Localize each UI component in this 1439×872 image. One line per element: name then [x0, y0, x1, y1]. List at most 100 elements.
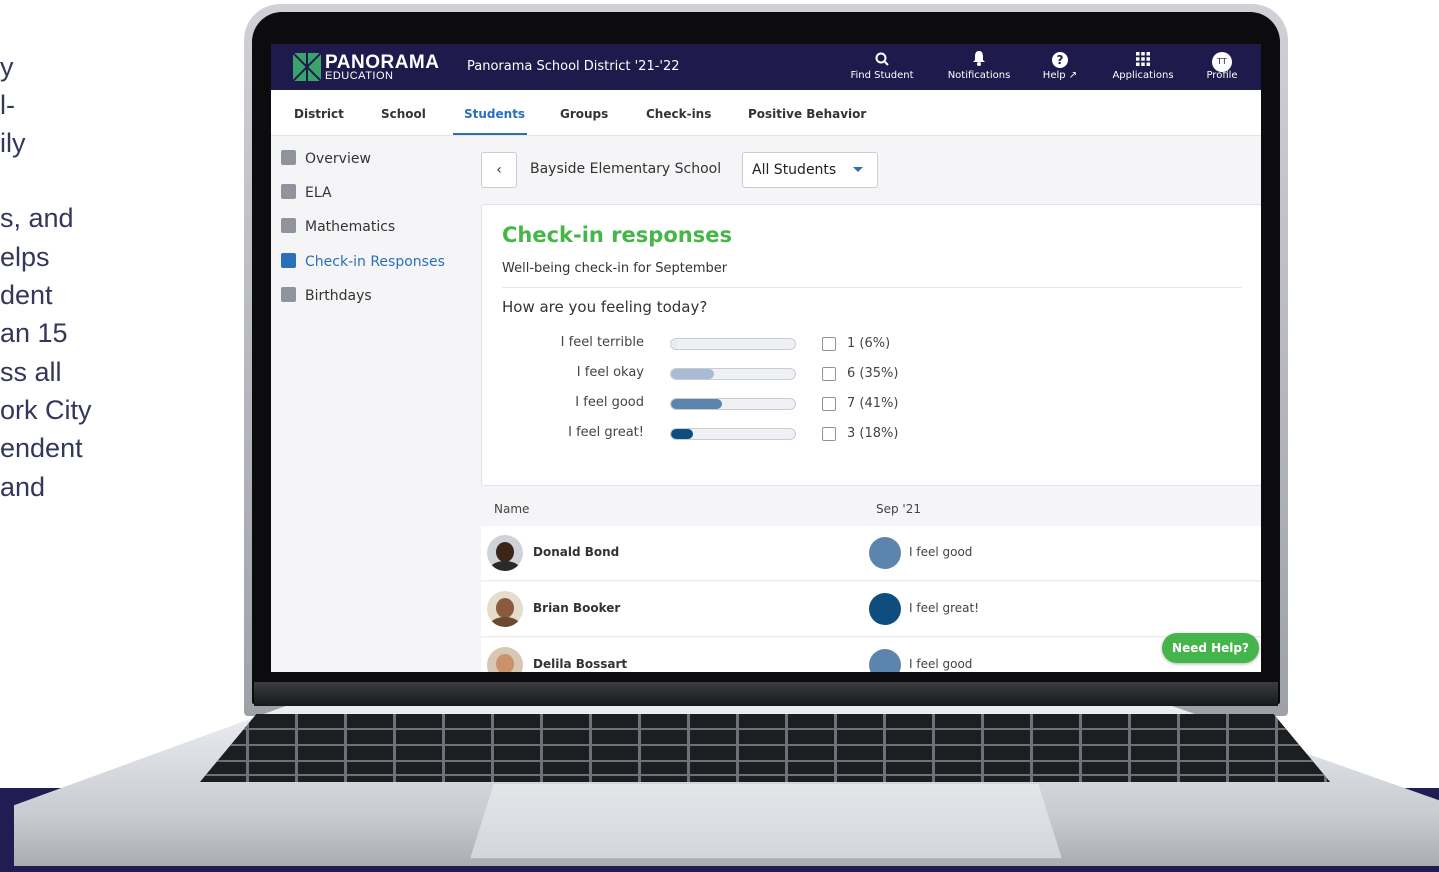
- laptop-hinge: [254, 682, 1278, 706]
- sidebar-item-label: Birthdays: [305, 288, 372, 304]
- marketing-line: y: [0, 52, 14, 82]
- notifications-label: Notifications: [947, 70, 1011, 81]
- card-title: Check-in responses: [502, 223, 732, 247]
- response-bar-track: [670, 398, 796, 410]
- student-name: Donald Bond: [533, 545, 620, 559]
- chart-icon: [281, 253, 296, 268]
- marketing-line: endent: [0, 433, 83, 463]
- sidebar-item-check-in-responses[interactable]: Check-in Responses: [281, 253, 445, 273]
- profile-button[interactable]: TT Profile: [1201, 48, 1243, 88]
- avatar: [487, 647, 523, 672]
- response-dot: [869, 593, 901, 625]
- sidebar: Overview ELA Mathematics Check-in Respon…: [271, 136, 471, 672]
- student-response: I feel good: [909, 657, 973, 671]
- bell-icon: [941, 48, 1017, 70]
- tab-check-ins[interactable]: Check-ins: [646, 107, 711, 121]
- panorama-logo[interactable]: PANORAMA EDUCATION: [293, 52, 443, 83]
- notifications-button[interactable]: Notifications: [941, 48, 1017, 88]
- tab-positive-behavior[interactable]: Positive Behavior: [748, 107, 866, 121]
- sidebar-item-birthdays[interactable]: Birthdays: [281, 287, 372, 307]
- sidebar-item-label: Mathematics: [305, 219, 396, 235]
- marketing-line: elps: [0, 242, 50, 272]
- response-dot: [869, 537, 901, 569]
- top-navbar: PANORAMA EDUCATION Panorama School Distr…: [271, 44, 1261, 90]
- table-row[interactable]: Delila Bossart I feel good: [481, 638, 1261, 672]
- avatar: [487, 591, 523, 627]
- laptop-keyboard: [200, 714, 1330, 782]
- help-button[interactable]: ? Help ↗: [1035, 48, 1085, 88]
- table-row[interactable]: Donald Bond I feel good: [481, 526, 1261, 581]
- question-text: How are you feeling today?: [502, 298, 708, 316]
- response-checkbox[interactable]: [822, 427, 836, 441]
- response-bar-fill: [671, 339, 679, 349]
- response-label: I feel terrible: [560, 335, 644, 350]
- main-tabs: District School Students Groups Check-in…: [271, 90, 1261, 136]
- response-bar-track: [670, 338, 796, 350]
- student-group-value: All Students: [752, 162, 837, 178]
- logo-mark-icon: [293, 53, 321, 81]
- marketing-line: ss all: [0, 357, 62, 387]
- table-header: Name Sep '21: [481, 500, 1261, 526]
- district-title: Panorama School District '21-'22: [467, 59, 680, 74]
- tab-groups[interactable]: Groups: [560, 107, 608, 121]
- tab-students[interactable]: Students: [464, 107, 525, 121]
- column-header-name: Name: [494, 502, 530, 516]
- sidebar-item-overview[interactable]: Overview: [281, 150, 371, 170]
- table-row[interactable]: Brian Booker I feel great!: [481, 582, 1261, 637]
- avatar: [487, 535, 523, 571]
- help-label: Help ↗: [1042, 70, 1078, 81]
- response-row: I feel terrible 1 (6%): [482, 335, 1261, 355]
- marketing-line: an 15: [0, 318, 68, 348]
- response-bar-track: [670, 368, 796, 380]
- response-checkbox[interactable]: [822, 337, 836, 351]
- marketing-line: ork City: [0, 395, 92, 425]
- laptop-trackpad: [470, 784, 1062, 859]
- student-name: Delila Bossart: [533, 657, 628, 671]
- find-student-button[interactable]: Find Student: [845, 48, 919, 88]
- tab-school[interactable]: School: [381, 107, 426, 121]
- active-tab-indicator: [453, 133, 527, 135]
- card-subtitle: Well-being check-in for September: [502, 261, 728, 276]
- sidebar-item-mathematics[interactable]: Mathematics: [281, 218, 395, 238]
- marketing-line: l-: [0, 90, 15, 120]
- need-help-button[interactable]: Need Help?: [1162, 633, 1259, 663]
- student-name: Brian Booker: [533, 601, 621, 615]
- applications-label: Applications: [1112, 70, 1174, 81]
- overview-icon: [281, 150, 296, 165]
- response-count: 6 (35%): [847, 366, 899, 381]
- search-icon: [845, 48, 919, 70]
- cake-icon: [281, 287, 296, 302]
- applications-button[interactable]: Applications: [1107, 48, 1179, 88]
- back-button[interactable]: ‹: [481, 152, 517, 188]
- sidebar-item-ela[interactable]: ELA: [281, 184, 332, 204]
- marketing-line: dent: [0, 280, 53, 310]
- profile-label: Profile: [1206, 70, 1238, 81]
- response-bar-fill: [671, 399, 722, 409]
- response-checkbox[interactable]: [822, 397, 836, 411]
- book-icon: [281, 184, 296, 199]
- response-bar-fill: [671, 429, 694, 439]
- grid-icon: [1107, 48, 1179, 70]
- help-icon: ?: [1035, 48, 1085, 70]
- response-bar-track: [670, 428, 796, 440]
- chevron-down-icon: [853, 167, 863, 172]
- response-label: I feel good: [575, 395, 644, 410]
- student-response: I feel good: [909, 545, 973, 559]
- column-header-month: Sep '21: [876, 502, 921, 516]
- marketing-line: and: [0, 472, 46, 502]
- response-row: I feel good 7 (41%): [482, 395, 1261, 415]
- avatar-icon: TT: [1201, 48, 1243, 72]
- response-count: 7 (41%): [847, 396, 899, 411]
- student-response: I feel great!: [909, 601, 980, 615]
- student-group-select[interactable]: All Students: [742, 152, 878, 188]
- check-in-card: Check-in responses Well-being check-in f…: [481, 204, 1261, 486]
- sidebar-item-label: Overview: [305, 151, 371, 167]
- response-label: I feel great!: [568, 425, 644, 440]
- app-screen: PANORAMA EDUCATION Panorama School Distr…: [271, 44, 1261, 672]
- marketing-line: ily: [0, 128, 26, 158]
- marketing-text: y l- ily s, and elps dent an 15 ss all o…: [0, 0, 160, 872]
- response-checkbox[interactable]: [822, 367, 836, 381]
- response-row: I feel okay 6 (35%): [482, 365, 1261, 385]
- tab-district[interactable]: District: [294, 107, 344, 121]
- response-bar-fill: [671, 369, 715, 379]
